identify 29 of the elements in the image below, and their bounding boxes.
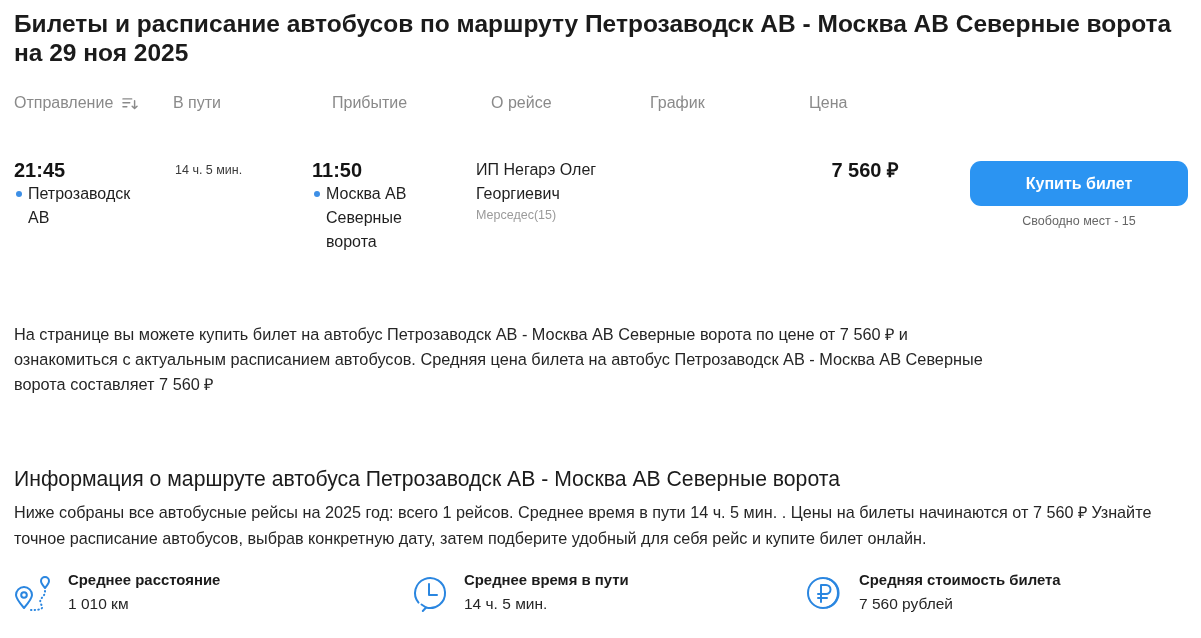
stat-value: 14 ч. 5 мин.	[464, 594, 548, 614]
stat-value: 1 010 км	[68, 594, 129, 614]
column-header: О рейсе	[491, 93, 552, 113]
carrier-name: ИП Негарэ Олег Георгиевич	[476, 160, 598, 204]
stat-value: 7 560 рублей	[859, 594, 953, 614]
stat-label: Среднее время в пути	[464, 571, 629, 590]
ticket-price: 7 560 ₽	[831, 158, 899, 182]
location-dot-icon	[314, 191, 320, 197]
route-info-text: Ниже собраны все автобусные рейсы на 2025 год: всего 1 рейсов. Среднее время в пути 14 ч. 5 мин. . Цены на билеты начинаются от 7 560 ₽ Узнайте точное расписание автобусов, выбрав конкретную дату, затем подберите удобный для себя рейс и купите билет онлайн.	[14, 502, 1153, 549]
column-header: График	[650, 93, 705, 113]
departure-time: 21:45	[14, 158, 66, 182]
stat-label: Среднее расстояние	[68, 571, 221, 590]
trip-duration: 14 ч. 5 мин.	[175, 162, 243, 179]
free-seats-text: Свободно мест - 15	[1022, 213, 1136, 229]
route-description: На странице вы можете купить билет на автобус Петрозаводск АВ - Москва АВ Северные ворота по цене от 7 560 ₽ и ознакомиться с актуальным расписанием автобусов. Средняя цена билета на автобус Петрозаводск АВ - Москва АВ Северные ворота составляет 7 560 ₽	[14, 324, 984, 395]
column-header: Цена	[809, 93, 848, 113]
location-dot-icon	[16, 191, 22, 197]
sort-icon[interactable]	[122, 96, 139, 110]
buy-ticket-button[interactable]: Купить билет	[970, 161, 1188, 206]
column-header: В пути	[173, 93, 222, 113]
arrival-station: Москва АВ Северные ворота	[326, 184, 408, 252]
page-title: Билеты и расписание автобусов по маршруту Петрозаводск АВ - Москва АВ Северные ворота на 29 ноя 2025	[14, 9, 1173, 67]
arrival-time: 11:50	[312, 158, 363, 182]
departure-station: Петрозаводск АВ	[28, 184, 132, 228]
column-header: Прибытие	[332, 93, 408, 113]
column-header[interactable]: Отправление	[14, 92, 114, 114]
section-heading: Информация о маршруте автобуса Петрозаводск АВ - Москва АВ Северные ворота	[14, 466, 841, 492]
stat-label: Средняя стоимость билета	[859, 571, 1061, 590]
bus-model: Мерседес(15)	[476, 207, 557, 224]
